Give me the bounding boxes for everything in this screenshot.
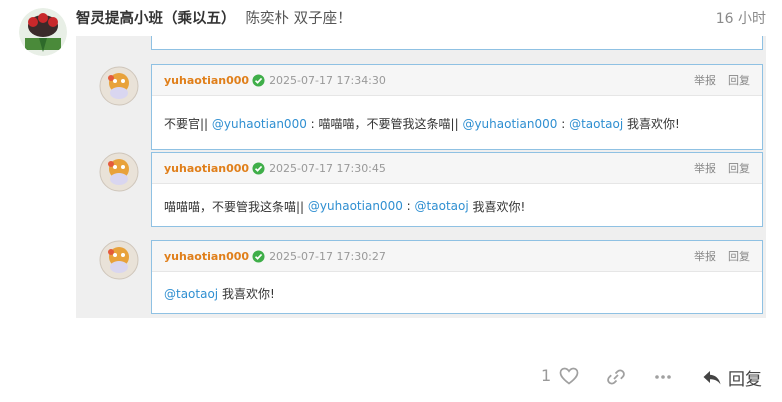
- reply-username[interactable]: yuhaotian000: [164, 162, 249, 175]
- post-time: 16 小时: [715, 11, 766, 27]
- report-link[interactable]: 举报: [694, 160, 716, 176]
- reply-link[interactable]: 回复: [728, 160, 750, 176]
- more-button[interactable]: [653, 368, 673, 390]
- previous-reply-box-edge: [151, 36, 763, 50]
- reply-box: yuhaotian000 2025-07-17 17:30:27 举报 回复 @…: [151, 240, 763, 314]
- group-name[interactable]: 智灵提高小班（乘以五）: [76, 7, 236, 28]
- reply-header: yuhaotian000 2025-07-17 17:30:45 举报 回复: [152, 153, 762, 184]
- reply-text: :: [406, 199, 411, 213]
- post-actions-bar: 1 回复: [0, 364, 782, 390]
- mention-link[interactable]: @yuhaotian000: [212, 117, 307, 131]
- reply-avatar[interactable]: [99, 66, 139, 106]
- reply-button[interactable]: 回复: [702, 365, 762, 390]
- report-link[interactable]: 举报: [694, 72, 716, 88]
- mention-link[interactable]: @taotaoj: [164, 287, 218, 301]
- verified-check-icon: [252, 249, 265, 263]
- heart-icon: [559, 367, 579, 385]
- more-icon: [655, 375, 671, 379]
- copy-link-button[interactable]: [606, 368, 626, 390]
- mention-link[interactable]: @taotaoj: [415, 199, 469, 213]
- verified-check-icon: [252, 73, 265, 87]
- reply-text: 我喜欢你!: [627, 117, 680, 131]
- reply-header: yuhaotian000 2025-07-17 17:30:27 举报 回复: [152, 241, 762, 272]
- reply-header: yuhaotian000 2025-07-17 17:34:30 举报 回复: [152, 65, 762, 96]
- reply-text: 喵喵喵，不要管我这条喵||: [164, 199, 305, 214]
- reply-body: @taotaoj 我喜欢你!: [152, 272, 762, 315]
- reply-body: 喵喵喵，不要管我这条喵|| @yuhaotian000 : @taotaoj 我…: [152, 184, 762, 228]
- reply-username[interactable]: yuhaotian000: [164, 250, 249, 263]
- reply-date: 2025-07-17 17:30:27: [269, 249, 386, 263]
- mention-link[interactable]: @yuhaotian000: [308, 199, 403, 213]
- link-icon: [607, 369, 625, 385]
- reply-text: : 喵喵喵，不要管我这条喵||: [310, 117, 459, 131]
- reply-date: 2025-07-17 17:30:45: [269, 161, 386, 175]
- mention-link[interactable]: @taotaoj: [569, 117, 623, 131]
- reply-body: 不要官|| @yuhaotian000 : 喵喵喵，不要管我这条喵|| @yuh…: [152, 96, 762, 151]
- mention-link[interactable]: @yuhaotian000: [462, 117, 557, 131]
- reply-link[interactable]: 回复: [728, 248, 750, 264]
- reply-actions: 举报 回复: [694, 248, 750, 264]
- reply-text: 不要官||: [164, 117, 209, 131]
- reply-link[interactable]: 回复: [728, 72, 750, 88]
- reply-actions: 举报 回复: [694, 72, 750, 88]
- reply-arrow-icon: [703, 370, 721, 384]
- reply-username[interactable]: yuhaotian000: [164, 74, 249, 87]
- reply-box: yuhaotian000 2025-07-17 17:34:30 举报 回复 不…: [151, 64, 763, 150]
- reply-box: yuhaotian000 2025-07-17 17:30:45 举报 回复 喵…: [151, 152, 763, 227]
- reply-text: 我喜欢你!: [472, 199, 526, 214]
- reply-button-label: 回复: [728, 370, 762, 390]
- post-author-avatar[interactable]: [19, 8, 67, 56]
- reply-text: :: [561, 116, 566, 131]
- report-link[interactable]: 举报: [694, 248, 716, 264]
- reply-text: 我喜欢你!: [221, 287, 275, 301]
- like-button[interactable]: 1: [541, 366, 579, 385]
- author-name[interactable]: 陈奕朴 双子座！: [246, 7, 352, 28]
- reply-avatar[interactable]: [99, 152, 139, 192]
- verified-check-icon: [252, 161, 265, 175]
- reply-avatar[interactable]: [99, 240, 139, 280]
- post-header: 智灵提高小班（乘以五） 陈奕朴 双子座！ 16 小时: [76, 6, 766, 28]
- reply-actions: 举报 回复: [694, 160, 750, 176]
- like-count: 1: [541, 366, 552, 385]
- reply-date: 2025-07-17 17:34:30: [269, 73, 386, 87]
